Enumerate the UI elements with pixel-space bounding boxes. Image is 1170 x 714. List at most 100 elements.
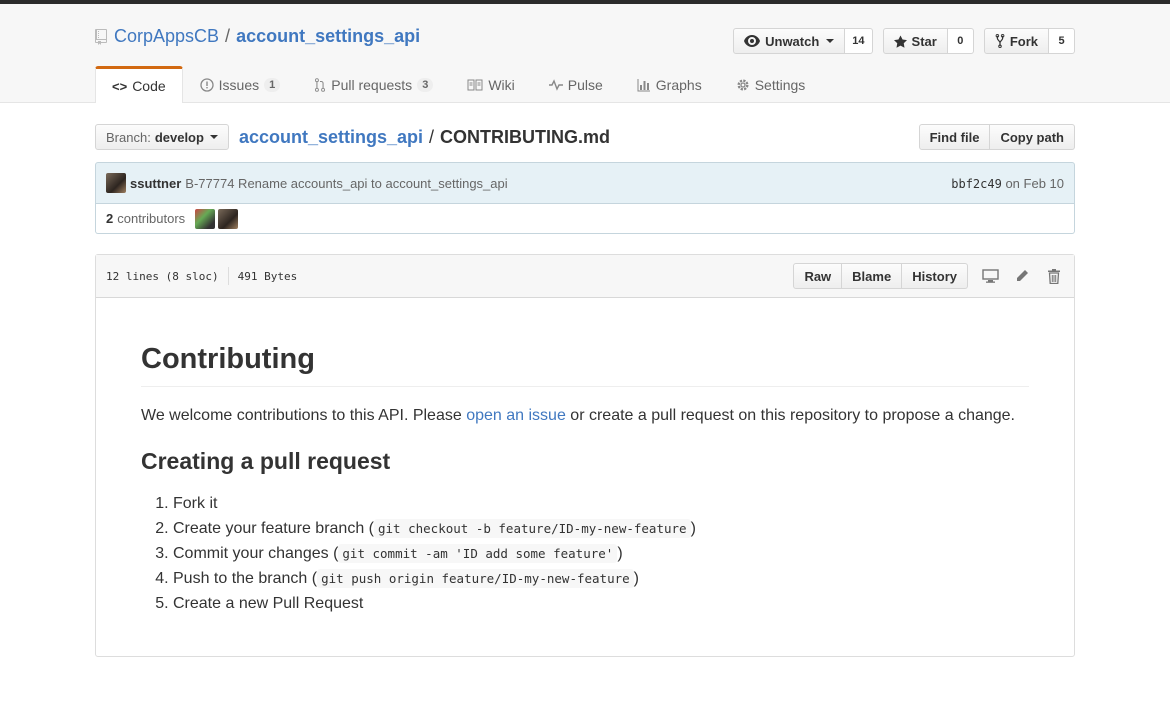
heading-contributing: Contributing: [141, 343, 1029, 387]
divider: [227, 267, 229, 285]
issue-icon: [200, 78, 214, 92]
watch-group: Unwatch 14: [733, 28, 873, 54]
step-text-after: ): [617, 545, 623, 562]
step-text-after: ): [690, 520, 696, 537]
list-item: Fork it: [173, 491, 1029, 516]
list-item: Create your feature branch (git checkout…: [173, 516, 1029, 541]
code-icon: <>: [112, 78, 128, 94]
eye-icon: [744, 35, 761, 47]
contributors-bar: 2 contributors: [95, 204, 1075, 234]
branch-label: Branch:: [106, 129, 151, 145]
latest-commit: ssuttner B-77774 Rename accounts_api to …: [95, 162, 1075, 204]
star-button[interactable]: Star: [882, 28, 948, 54]
avatar[interactable]: [106, 173, 126, 193]
pulse-icon: [548, 79, 563, 91]
main-container: Branch: develop account_settings_api / CON…: [95, 124, 1075, 657]
step-text: Commit your changes (: [173, 545, 339, 562]
tab-wiki-label: Wiki: [488, 77, 515, 93]
pull-request-icon: [315, 78, 326, 92]
tab-code-label: Code: [132, 78, 166, 94]
branch-value: develop: [154, 129, 204, 145]
desktop-icon[interactable]: [980, 266, 1000, 286]
star-label: Star: [911, 33, 937, 49]
fork-label: Fork: [1009, 33, 1038, 49]
repo-actions: Unwatch 14 Star 0 Fork 5: [733, 28, 1075, 54]
repo-name-link[interactable]: account_settings_api: [236, 26, 420, 47]
gear-icon: [737, 79, 749, 91]
tab-issues-label: Issues: [218, 77, 260, 93]
steps-list: Fork it Create your feature branch (git …: [141, 491, 1029, 616]
watch-count[interactable]: 14: [845, 28, 873, 54]
blame-button[interactable]: Blame: [842, 263, 903, 289]
pulls-count-badge: 3: [417, 78, 434, 92]
find-file-button[interactable]: Find file: [918, 124, 991, 150]
fork-group: Fork 5: [983, 28, 1075, 54]
tab-graphs[interactable]: Graphs: [620, 66, 719, 103]
breadcrumb-repo-link[interactable]: account_settings_api: [239, 127, 423, 147]
star-group: Star 0: [882, 28, 974, 54]
chevron-down-icon: [826, 39, 835, 43]
file-action-buttons: Raw Blame History: [793, 263, 968, 289]
open-issue-link[interactable]: open an issue: [466, 407, 566, 424]
commit-author-link[interactable]: ssuttner: [130, 176, 181, 191]
repo-header: CorpAppsCB / account_settings_api Unwatc…: [0, 4, 1170, 103]
raw-button[interactable]: Raw: [793, 263, 843, 289]
file-nav-actions: Find file Copy path: [918, 124, 1075, 150]
issues-count-badge: 1: [264, 78, 281, 92]
file-box: 12 lines (8 sloc) 491 Bytes Raw Blame Hi…: [95, 254, 1075, 657]
tab-issues[interactable]: Issues 1: [183, 66, 298, 103]
tab-pull-requests-label: Pull requests: [331, 77, 413, 93]
contributors-count: 2: [106, 211, 114, 226]
step-code: git checkout -b feature/ID-my-new-featur…: [374, 519, 691, 538]
unwatch-label: Unwatch: [765, 33, 820, 49]
commit-message-link[interactable]: B-77774 Rename accounts_api to account_s…: [185, 176, 507, 191]
file-navigation: Branch: develop account_settings_api / CON…: [95, 124, 1075, 150]
contributors-label[interactable]: contributors: [117, 211, 185, 226]
commit-meta: bbf2c49 on Feb 10: [951, 176, 1064, 191]
step-text: Create a new Pull Request: [173, 595, 364, 612]
markdown-body: Contributing We welcome contributions to…: [96, 298, 1074, 656]
repo-owner-link[interactable]: CorpAppsCB: [114, 26, 219, 47]
star-count[interactable]: 0: [947, 28, 974, 54]
step-text: Fork it: [173, 495, 218, 512]
commit-date: on Feb 10: [1005, 175, 1064, 191]
branch-select-button[interactable]: Branch: develop: [95, 124, 229, 150]
tab-settings[interactable]: Settings: [719, 66, 823, 103]
step-text: Create your feature branch (: [173, 520, 374, 537]
repo-nav: <> Code Issues 1 Pull requests 3 Wiki Pu…: [95, 66, 822, 103]
book-icon: [467, 79, 483, 91]
tab-wiki[interactable]: Wiki: [450, 66, 531, 103]
history-button[interactable]: History: [902, 263, 968, 289]
step-text-after: ): [633, 570, 639, 587]
heading-creating-pull-request: Creating a pull request: [141, 448, 391, 474]
repo-icon: [95, 28, 107, 45]
step-code: git push origin feature/ID-my-new-featur…: [317, 569, 634, 588]
graph-icon: [637, 79, 650, 92]
fork-count[interactable]: 5: [1049, 28, 1075, 54]
tab-graphs-label: Graphs: [655, 77, 702, 93]
intro-text-after: or create a pull request on this reposit…: [565, 407, 1015, 424]
list-item: Create a new Pull Request: [173, 591, 1029, 616]
copy-path-button[interactable]: Copy path: [990, 124, 1075, 150]
trash-icon[interactable]: [1044, 266, 1064, 286]
commit-sha-link[interactable]: bbf2c49: [951, 177, 1002, 191]
step-code: git commit -am 'ID add some feature': [338, 544, 618, 563]
repo-title-separator: /: [225, 26, 231, 46]
tab-pulse-label: Pulse: [567, 77, 603, 93]
fork-icon: [995, 34, 1005, 48]
unwatch-button[interactable]: Unwatch: [733, 28, 846, 54]
star-icon: [893, 34, 907, 48]
tab-pulse[interactable]: Pulse: [532, 66, 620, 103]
avatar[interactable]: [195, 208, 216, 229]
tab-pull-requests[interactable]: Pull requests 3: [297, 66, 450, 103]
tab-code[interactable]: <> Code: [95, 66, 183, 103]
step-text: Push to the branch (: [173, 570, 318, 587]
intro-paragraph: We welcome contributions to this API. Pl…: [141, 403, 1029, 428]
avatar[interactable]: [218, 208, 239, 229]
repo-title: CorpAppsCB / account_settings_api: [95, 26, 420, 47]
fork-button[interactable]: Fork: [983, 28, 1049, 54]
file-actions: Raw Blame History: [793, 263, 1064, 289]
pencil-icon[interactable]: [1012, 266, 1032, 286]
breadcrumb-separator: /: [429, 126, 435, 147]
tab-settings-label: Settings: [754, 77, 806, 93]
